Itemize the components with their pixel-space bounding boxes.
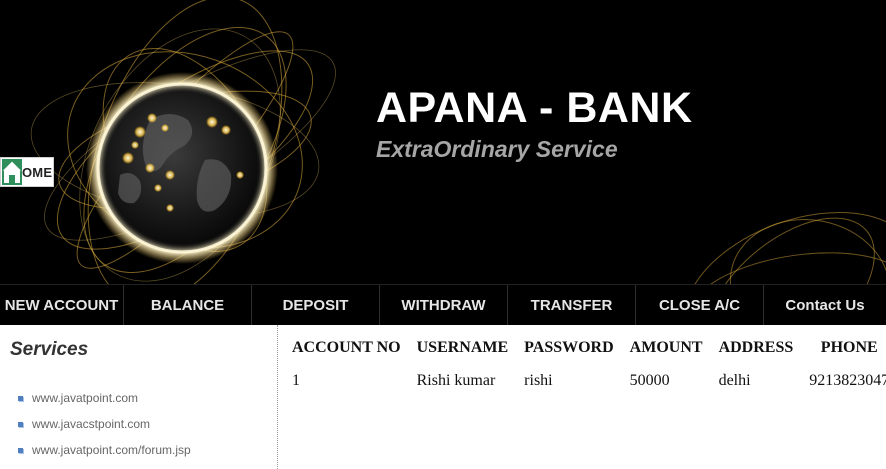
services-heading: Services xyxy=(10,339,89,360)
column-header-amount: AMOUNT xyxy=(629,339,703,356)
cell-username: Rishi kumar xyxy=(416,372,496,389)
cell-password: rishi xyxy=(524,372,553,389)
table-row: 1 Rishi kumar rishi 50000 delhi 92138230… xyxy=(284,364,886,398)
site-title: APANA - BANK xyxy=(376,84,693,132)
nav-balance[interactable]: BALANCE xyxy=(124,285,252,325)
service-link-javacstpoint[interactable]: www.javacstpoint.com xyxy=(32,417,150,431)
service-link-forum[interactable]: www.javatpoint.com/forum.jsp xyxy=(32,443,191,457)
list-item: www.javatpoint.com/forum.jsp xyxy=(18,437,191,463)
main-navigation: NEW ACCOUNT BALANCE DEPOSIT WITHDRAW TRA… xyxy=(0,284,886,325)
cell-amount: 50000 xyxy=(629,372,670,389)
home-button[interactable]: OME xyxy=(0,157,54,187)
nav-withdraw[interactable]: WITHDRAW xyxy=(380,285,508,325)
column-header-address: ADDRESS xyxy=(718,339,794,356)
column-header-password: PASSWORD xyxy=(524,339,614,356)
nav-new-account[interactable]: NEW ACCOUNT xyxy=(0,285,124,325)
cell-phone: 9213823047 xyxy=(809,372,886,389)
brand: APANA - BANK ExtraOrdinary Service xyxy=(376,84,693,164)
accounts-table: ACCOUNT NO USERNAME PASSWORD AMOUNT ADDR… xyxy=(284,332,886,398)
site-tagline: ExtraOrdinary Service xyxy=(376,136,618,162)
nav-close-account[interactable]: CLOSE A/C xyxy=(636,285,764,325)
service-link-javatpoint[interactable]: www.javatpoint.com xyxy=(32,391,138,405)
cell-address: delhi xyxy=(718,372,751,389)
nav-contact-us[interactable]: Contact Us xyxy=(764,285,886,325)
bullet-icon xyxy=(18,395,23,401)
table-header-row: ACCOUNT NO USERNAME PASSWORD AMOUNT ADDR… xyxy=(284,332,886,364)
services-link-list: www.javatpoint.com www.javacstpoint.com … xyxy=(18,385,191,463)
nav-deposit[interactable]: DEPOSIT xyxy=(252,285,380,325)
bullet-icon xyxy=(18,447,23,453)
bullet-icon xyxy=(18,421,23,427)
home-icon xyxy=(2,159,22,185)
header-banner: APANA - BANK ExtraOrdinary Service OME xyxy=(0,0,886,284)
accounts-table-container: ACCOUNT NO USERNAME PASSWORD AMOUNT ADDR… xyxy=(284,332,886,398)
cell-account-no: 1 xyxy=(292,372,300,389)
list-item: www.javatpoint.com xyxy=(18,385,191,411)
nav-transfer[interactable]: TRANSFER xyxy=(508,285,636,325)
list-item: www.javacstpoint.com xyxy=(18,411,191,437)
column-header-username: USERNAME xyxy=(416,339,509,356)
home-button-label: OME xyxy=(22,164,53,180)
column-header-phone: PHONE xyxy=(820,339,878,356)
column-header-account-no: ACCOUNT NO xyxy=(292,339,401,356)
services-sidebar: Services www.javatpoint.com www.javacstp… xyxy=(0,325,278,469)
